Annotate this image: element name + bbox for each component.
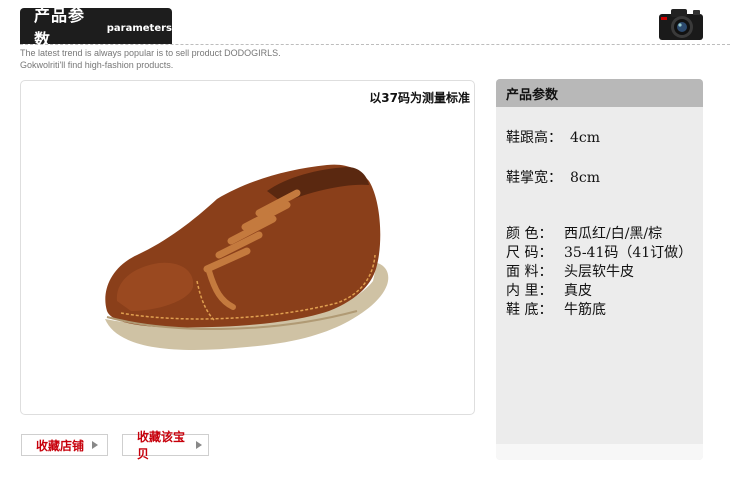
triangle-right-icon (92, 441, 99, 449)
spec-value: 牛筋底 (564, 302, 606, 318)
header-divider (20, 44, 730, 45)
shoe-image (105, 164, 389, 350)
tagline: The latest trend is always popular is to… (20, 47, 281, 71)
spec-label: 颜 色： (506, 226, 553, 242)
section-header-tab: 产品参数 parameters (20, 6, 172, 49)
heel-height-value: 4cm (570, 130, 601, 146)
size-reference-note: 以37码为测量标准 (369, 91, 470, 105)
heel-height-label: 鞋跟高： (506, 130, 562, 146)
spec-value: 35-41码（41订做） (564, 245, 693, 261)
spec-row-material: 面 料： 头层软牛皮 (506, 261, 634, 281)
spec-row-sole: 鞋 底： 牛筋底 (506, 299, 606, 319)
spec-row-lining: 内 里： 真皮 (506, 280, 592, 300)
favorite-store-label: 收藏店铺 (36, 438, 85, 453)
favorite-item-label: 收藏该宝贝 (137, 430, 186, 461)
spec-panel: 产品参数 鞋跟高： 4cm 鞋掌宽： 8cm 颜 色： 西瓜红/白/黑/棕 尺 码： 3… (496, 79, 703, 460)
product-photo-frame: 以37码为测量标准 (20, 80, 475, 415)
sole-width-value: 8cm (570, 170, 601, 186)
spec-value: 真皮 (564, 283, 592, 299)
spec-label: 面 料： (506, 264, 553, 280)
spec-row-size: 尺 码： 35-41码（41订做） (506, 242, 692, 262)
section-title-en: parameters (106, 22, 172, 34)
favorite-store-button[interactable]: 收藏店铺 (21, 434, 108, 456)
spec-label: 内 里： (506, 283, 553, 299)
tagline-line-1: The latest trend is always popular is to… (20, 48, 281, 58)
triangle-right-icon (196, 441, 202, 449)
section-title-cn: 产品参数 (34, 6, 86, 49)
tagline-line-2: Gokwolriti'll find high-fashion products… (20, 60, 174, 70)
spec-label: 尺 码： (506, 245, 553, 261)
spec-row-color: 颜 色： 西瓜红/白/黑/棕 (506, 223, 662, 243)
sole-width-label: 鞋掌宽： (506, 170, 562, 186)
heel-height-spec: 鞋跟高： 4cm (506, 127, 600, 147)
spec-value: 头层软牛皮 (564, 264, 634, 280)
spec-panel-title: 产品参数 (496, 79, 703, 107)
spec-label: 鞋 底： (506, 302, 553, 318)
favorite-item-button[interactable]: 收藏该宝贝 (122, 430, 209, 461)
spec-value: 西瓜红/白/黑/棕 (564, 226, 663, 242)
sole-width-spec: 鞋掌宽： 8cm (506, 167, 600, 187)
camera-icon (659, 9, 703, 40)
spec-panel-footer (496, 444, 703, 460)
